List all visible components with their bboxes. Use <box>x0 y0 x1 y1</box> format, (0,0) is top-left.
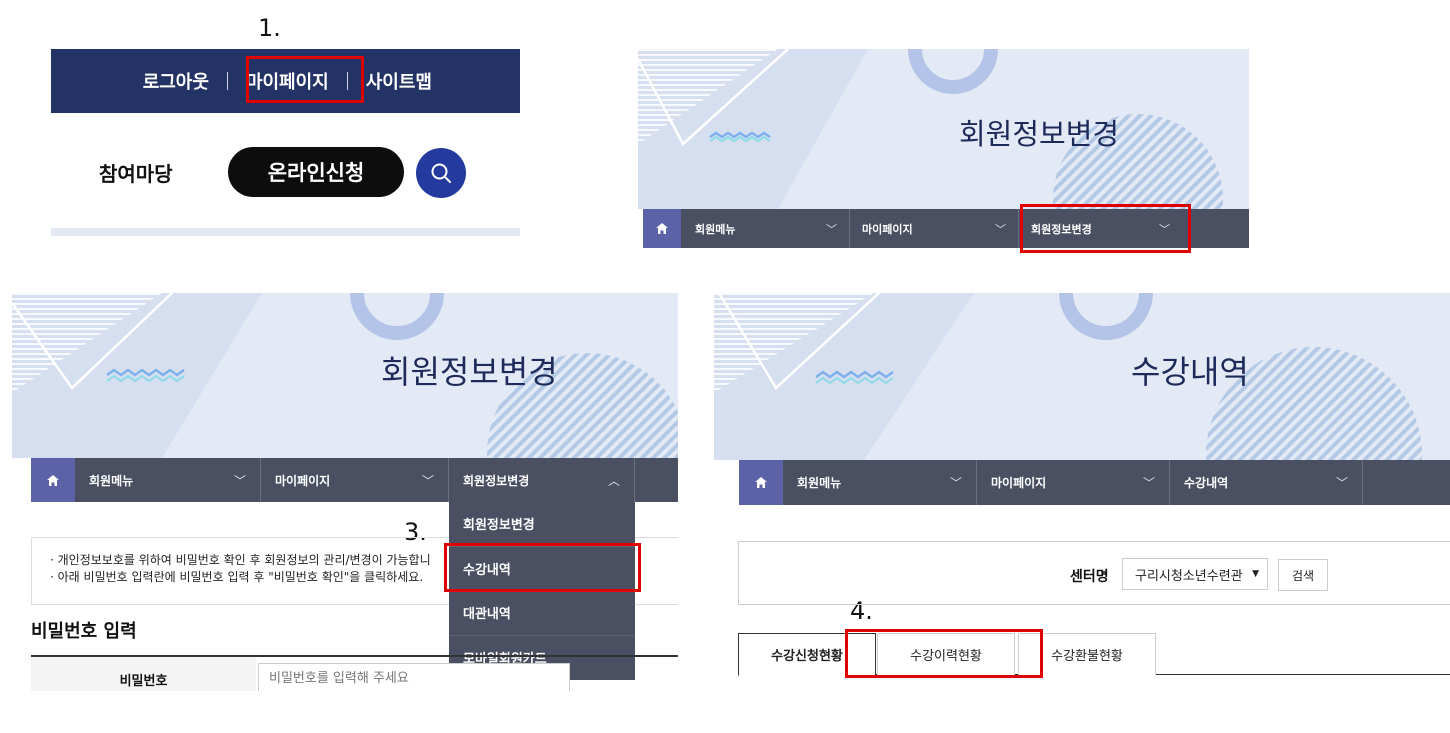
notice-line: · 개인정보보호를 위하여 비밀번호 확인 후 회원정보의 관리/변경이 가능합… <box>50 553 431 567</box>
center-select[interactable]: 구리시청소년수련관 ▼ <box>1122 558 1268 590</box>
password-section-title: 비밀번호 입력 <box>31 621 137 642</box>
dropdown-item-course-history[interactable]: 수강내역 <box>449 547 635 591</box>
nav-label: 회원메뉴 <box>797 476 842 490</box>
banner-title: 회원정보변경 <box>381 353 558 391</box>
step-label-1: 1. <box>258 14 281 42</box>
tab-course-history-status[interactable]: 수강이력현황 <box>877 633 1015 675</box>
notice-box: · 개인정보보호를 위하여 비밀번호 확인 후 회원정보의 관리/변경이 가능합… <box>31 537 449 605</box>
nav-dropdown-menu: 회원정보변경 수강내역 대관내역 모바일회원카드 <box>449 502 635 680</box>
banner-title: 수강내역 <box>1131 353 1249 391</box>
tab-course-application-status[interactable]: 수강신청현황 <box>738 633 876 676</box>
nav-label: 수강내역 <box>1184 476 1229 490</box>
divider <box>346 72 348 90</box>
nav-mypage[interactable]: 마이페이지 ﹀ <box>261 458 449 502</box>
nav-label: 회원메뉴 <box>695 222 736 236</box>
center-select-value: 구리시청소년수련관 <box>1135 568 1243 584</box>
page-banner: 회원정보변경 <box>638 49 1249 209</box>
notice-line: · 아래 비밀번호 입력란에 비밀번호 입력 후 "비밀번호 확인"을 클릭하세… <box>50 570 424 584</box>
nav-label: 회원메뉴 <box>89 473 134 488</box>
center-label: 센터명 <box>1070 569 1109 585</box>
nav-label: 회원정보변경 <box>1031 222 1092 236</box>
notice-box-edge <box>635 537 678 605</box>
breadcrumb-nav: 회원메뉴 ﹀ 마이페이지 ﹀ 수강내역 ﹀ <box>739 460 1450 505</box>
home-button[interactable] <box>739 460 783 505</box>
top-utility-bar: 로그아웃 마이페이지 사이트맵 <box>51 49 520 113</box>
center-search-box: 센터명 구리시청소년수련관 ▼ 검색 <box>738 541 1450 605</box>
breadcrumb-nav: 회원메뉴 ﹀ 마이페이지 ﹀ 회원정보변경 ︿ <box>31 458 678 502</box>
password-label: 비밀번호 <box>31 657 256 691</box>
nav-label: 마이페이지 <box>991 476 1047 490</box>
chevron-up-icon: ︿ <box>607 473 620 488</box>
password-cell <box>256 657 678 691</box>
header-divider <box>51 228 520 236</box>
chevron-down-icon: ﹀ <box>826 222 837 236</box>
search-icon <box>431 163 451 183</box>
page-banner: 수강내역 <box>714 293 1450 460</box>
chevron-down-icon: ﹀ <box>1142 476 1155 490</box>
dropdown-item-member-info-change[interactable]: 회원정보변경 <box>449 502 635 547</box>
chevron-down-icon: ﹀ <box>949 476 962 490</box>
search-button[interactable] <box>416 148 466 198</box>
divider <box>226 72 228 90</box>
participate-menu[interactable]: 참여마당 <box>99 158 173 187</box>
nav-member-menu[interactable]: 회원메뉴 ﹀ <box>75 458 261 502</box>
search-button[interactable]: 검색 <box>1278 559 1328 591</box>
nav-mypage[interactable]: 마이페이지 ﹀ <box>977 460 1170 505</box>
chevron-down-icon: ﹀ <box>233 473 246 488</box>
nav-label: 마이페이지 <box>275 473 331 488</box>
home-icon <box>47 474 59 486</box>
nav-course-history[interactable]: 수강내역 ﹀ <box>1170 460 1363 505</box>
logout-link[interactable]: 로그아웃 <box>125 68 227 94</box>
nav-member-info-change[interactable]: 회원정보변경 ﹀ <box>1019 209 1189 248</box>
password-input[interactable] <box>258 663 570 691</box>
home-button[interactable] <box>31 458 75 502</box>
banner-title: 회원정보변경 <box>959 117 1120 151</box>
sitemap-link[interactable]: 사이트맵 <box>348 68 450 94</box>
mypage-link[interactable]: 마이페이지 <box>228 68 347 94</box>
page-banner: 회원정보변경 <box>12 293 678 458</box>
nav-mypage[interactable]: 마이페이지 ﹀ <box>850 209 1019 248</box>
online-apply-button[interactable]: 온라인신청 <box>228 147 404 197</box>
dropdown-item-rental-history[interactable]: 대관내역 <box>449 591 635 636</box>
home-icon <box>755 477 767 488</box>
banner-decoration <box>714 293 1450 460</box>
nav-label: 마이페이지 <box>862 222 913 236</box>
banner-decoration <box>638 49 1249 209</box>
course-tabs: 수강신청현황 수강이력현황 수강환불현황 <box>738 633 1450 676</box>
nav-member-menu[interactable]: 회원메뉴 ﹀ <box>681 209 850 248</box>
tab-course-refund-status[interactable]: 수강환불현황 <box>1018 633 1156 675</box>
chevron-down-icon: ﹀ <box>421 473 434 488</box>
password-form-table: 비밀번호 <box>31 655 678 691</box>
nav-label: 회원정보변경 <box>463 473 530 488</box>
breadcrumb-nav: 회원메뉴 ﹀ 마이페이지 ﹀ 회원정보변경 ﹀ <box>643 209 1249 248</box>
chevron-down-icon: ﹀ <box>1335 476 1348 490</box>
chevron-down-icon: ﹀ <box>1159 222 1170 236</box>
banner-decoration <box>12 293 678 458</box>
home-icon <box>656 223 668 234</box>
home-button[interactable] <box>643 209 681 248</box>
nav-member-info-change[interactable]: 회원정보변경 ︿ <box>449 458 635 502</box>
chevron-down-icon: ﹀ <box>995 222 1006 236</box>
nav-member-menu[interactable]: 회원메뉴 ﹀ <box>783 460 977 505</box>
caret-down-icon: ▼ <box>1252 569 1259 579</box>
